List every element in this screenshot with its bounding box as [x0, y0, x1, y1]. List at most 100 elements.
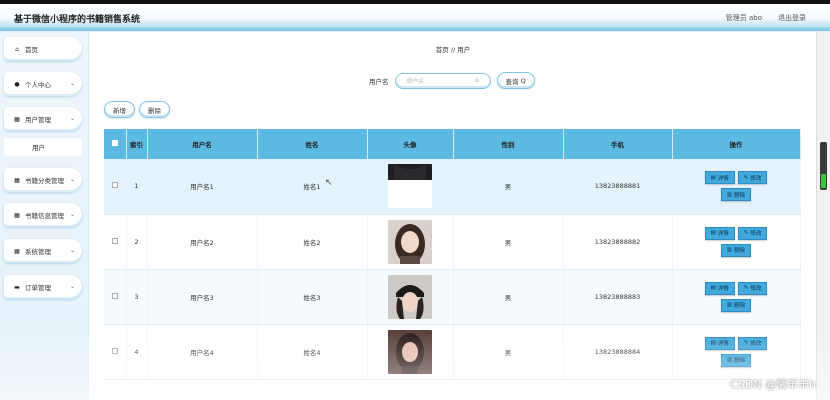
col-header-gender: 性别	[453, 129, 564, 159]
col-header-phone: 手机	[563, 129, 673, 159]
cell-index: 4	[126, 324, 148, 380]
cell-avatar	[367, 324, 454, 380]
user-icon: ●	[14, 80, 20, 88]
cell-index: 2	[126, 214, 148, 270]
sidebar-subitem-label: 用户	[32, 144, 45, 152]
add-button[interactable]: 新增	[104, 101, 135, 118]
cell-actions: ▤ 详情 ✎ 修改 ▥ 删除	[672, 269, 801, 325]
cell-username: 用户名4	[147, 324, 258, 380]
sidebar-item-profile[interactable]: ● 个人中心 ⌄	[4, 72, 82, 96]
trash-icon: ▥	[726, 191, 733, 198]
breadcrumb-home[interactable]: 首页	[436, 46, 449, 54]
edit-button[interactable]: ✎ 修改	[737, 226, 768, 240]
clear-icon[interactable]: ⊙	[474, 77, 479, 84]
table-row: 1 用户名1 姓名1 男 13823888881 ▤ 详情 ✎ 修改 ▥ 删除	[104, 159, 801, 215]
sidebar-item-label: 首页	[25, 46, 38, 54]
sidebar-item-label: 订单管理	[25, 284, 51, 292]
detail-button[interactable]: ▤ 详情	[704, 336, 735, 350]
edit-label: 修改	[750, 286, 762, 292]
edit-icon: ✎	[743, 340, 749, 346]
chevron-down-icon: ⌄	[69, 283, 75, 290]
sidebar-item-label: 书籍分类管理	[25, 177, 64, 185]
col-header-avatar: 头像	[367, 129, 454, 159]
search-bar: 用户名 用户名 ⊙ 查询 Q	[369, 72, 535, 89]
sidebar-item-system[interactable]: ▦ 系统管理 ⌄	[4, 239, 82, 263]
detail-icon: ▤	[710, 174, 716, 181]
edit-label: 修改	[750, 341, 762, 347]
home-icon: ⌂	[15, 45, 19, 53]
table-row: 3 用户名3 姓名3 男 13823888883 ▤ 详情 ✎ 修改 ▥ 删除	[104, 269, 801, 325]
search-button[interactable]: 查询 Q	[496, 72, 535, 89]
detail-button[interactable]: ▤ 详情	[704, 281, 735, 295]
delete-label: 删除	[734, 192, 746, 199]
sidebar-item-label: 用户管理	[25, 116, 51, 124]
monitor-icon: ▬	[14, 283, 20, 291]
batch-delete-button-label: 删除	[148, 106, 161, 115]
edit-button[interactable]: ✎ 修改	[737, 281, 768, 295]
delete-button[interactable]: ▥ 删除	[720, 298, 752, 312]
sidebar-item-home[interactable]: ⌂ 首页	[4, 37, 82, 61]
breadcrumb: 首页 // 用户	[89, 44, 817, 54]
cell-username: 用户名3	[147, 269, 258, 325]
grid-icon: ▦	[14, 211, 20, 219]
row-checkbox[interactable]	[104, 324, 127, 380]
detail-button[interactable]: ▤ 详情	[704, 171, 735, 185]
edit-label: 修改	[750, 231, 762, 237]
detail-label: 详情	[717, 175, 729, 182]
detail-label: 详情	[717, 231, 729, 237]
trash-icon: ▥	[726, 302, 733, 308]
table-row: 2 用户名2 姓名2 男 13823888882 ▤ 详情 ✎ 修改 ▥ 删除	[104, 214, 801, 270]
col-header-index: 索引	[126, 129, 148, 159]
edit-icon: ✎	[743, 174, 749, 181]
page-scrollbar[interactable]	[816, 32, 830, 400]
row-checkbox[interactable]	[104, 214, 127, 270]
chevron-down-icon: ⌄	[69, 80, 75, 87]
cell-avatar	[367, 269, 454, 325]
row-checkbox[interactable]	[104, 269, 127, 325]
row-checkbox[interactable]	[104, 159, 127, 215]
header-user-area: 管理员 abo 退出登录	[726, 13, 806, 23]
add-button-label: 新增	[113, 106, 126, 115]
logout-link[interactable]: 退出登录	[778, 13, 806, 23]
edit-button[interactable]: ✎ 修改	[737, 336, 768, 350]
sidebar-item-book-category[interactable]: ▦ 书籍分类管理 ⌄	[4, 168, 82, 192]
detail-label: 详情	[717, 341, 729, 347]
batch-delete-button[interactable]: 删除	[139, 101, 170, 118]
edit-icon: ✎	[743, 285, 749, 291]
cell-gender: 男	[453, 269, 564, 325]
col-header-actions: 操作	[672, 129, 801, 159]
chevron-down-icon: ⌄	[69, 176, 75, 183]
breadcrumb-current: 用户	[457, 46, 471, 54]
search-button-label: 查询	[505, 77, 519, 86]
cell-gender: 男	[453, 324, 564, 380]
detail-button[interactable]: ▤ 详情	[704, 226, 735, 240]
sidebar-item-orders[interactable]: ▬ 订单管理 ⌄	[4, 275, 82, 299]
cell-gender: 男	[453, 214, 564, 270]
trash-icon: ▥	[726, 357, 733, 363]
grid-icon: ▦	[14, 247, 20, 255]
detail-label: 详情	[717, 286, 729, 292]
grid-icon: ▦	[14, 176, 20, 184]
select-all-checkbox[interactable]	[104, 129, 127, 159]
delete-button[interactable]: ▥ 删除	[720, 188, 752, 202]
avatar-image	[388, 164, 432, 209]
cell-phone: 13823888882	[563, 214, 673, 270]
delete-button[interactable]: ▥ 删除	[720, 243, 752, 257]
sidebar-item-book-info[interactable]: ▦ 书籍信息管理 ⌄	[4, 203, 82, 227]
sidebar-item-user-management[interactable]: ▦ 用户管理 ⌄	[4, 107, 82, 131]
cell-name: 姓名1	[257, 159, 368, 215]
avatar-image	[388, 274, 432, 319]
sidebar-item-label: 书籍信息管理	[25, 212, 64, 220]
delete-label: 删除	[734, 248, 746, 254]
search-input[interactable]: 用户名 ⊙	[394, 72, 491, 89]
detail-icon: ▤	[710, 340, 716, 346]
main-content: 首页 // 用户 用户名 用户名 ⊙ 查询 Q 新增 删除 索引 用户名 姓名	[88, 32, 816, 400]
edit-button[interactable]: ✎ 修改	[737, 171, 768, 185]
cell-phone: 13823888884	[563, 324, 673, 380]
trash-icon: ▥	[726, 247, 733, 253]
sidebar: ⌂ 首页 ● 个人中心 ⌄ ▦ 用户管理 ⌄ 用户 ▦ 书籍分类管理 ⌄ ▦ 书…	[0, 32, 88, 400]
watermark: CSDN @懒羊羊h	[730, 378, 816, 391]
delete-button[interactable]: ▥ 删除	[720, 353, 752, 367]
search-icon: Q	[518, 76, 526, 85]
sidebar-subitem-users[interactable]: 用户	[4, 138, 82, 156]
